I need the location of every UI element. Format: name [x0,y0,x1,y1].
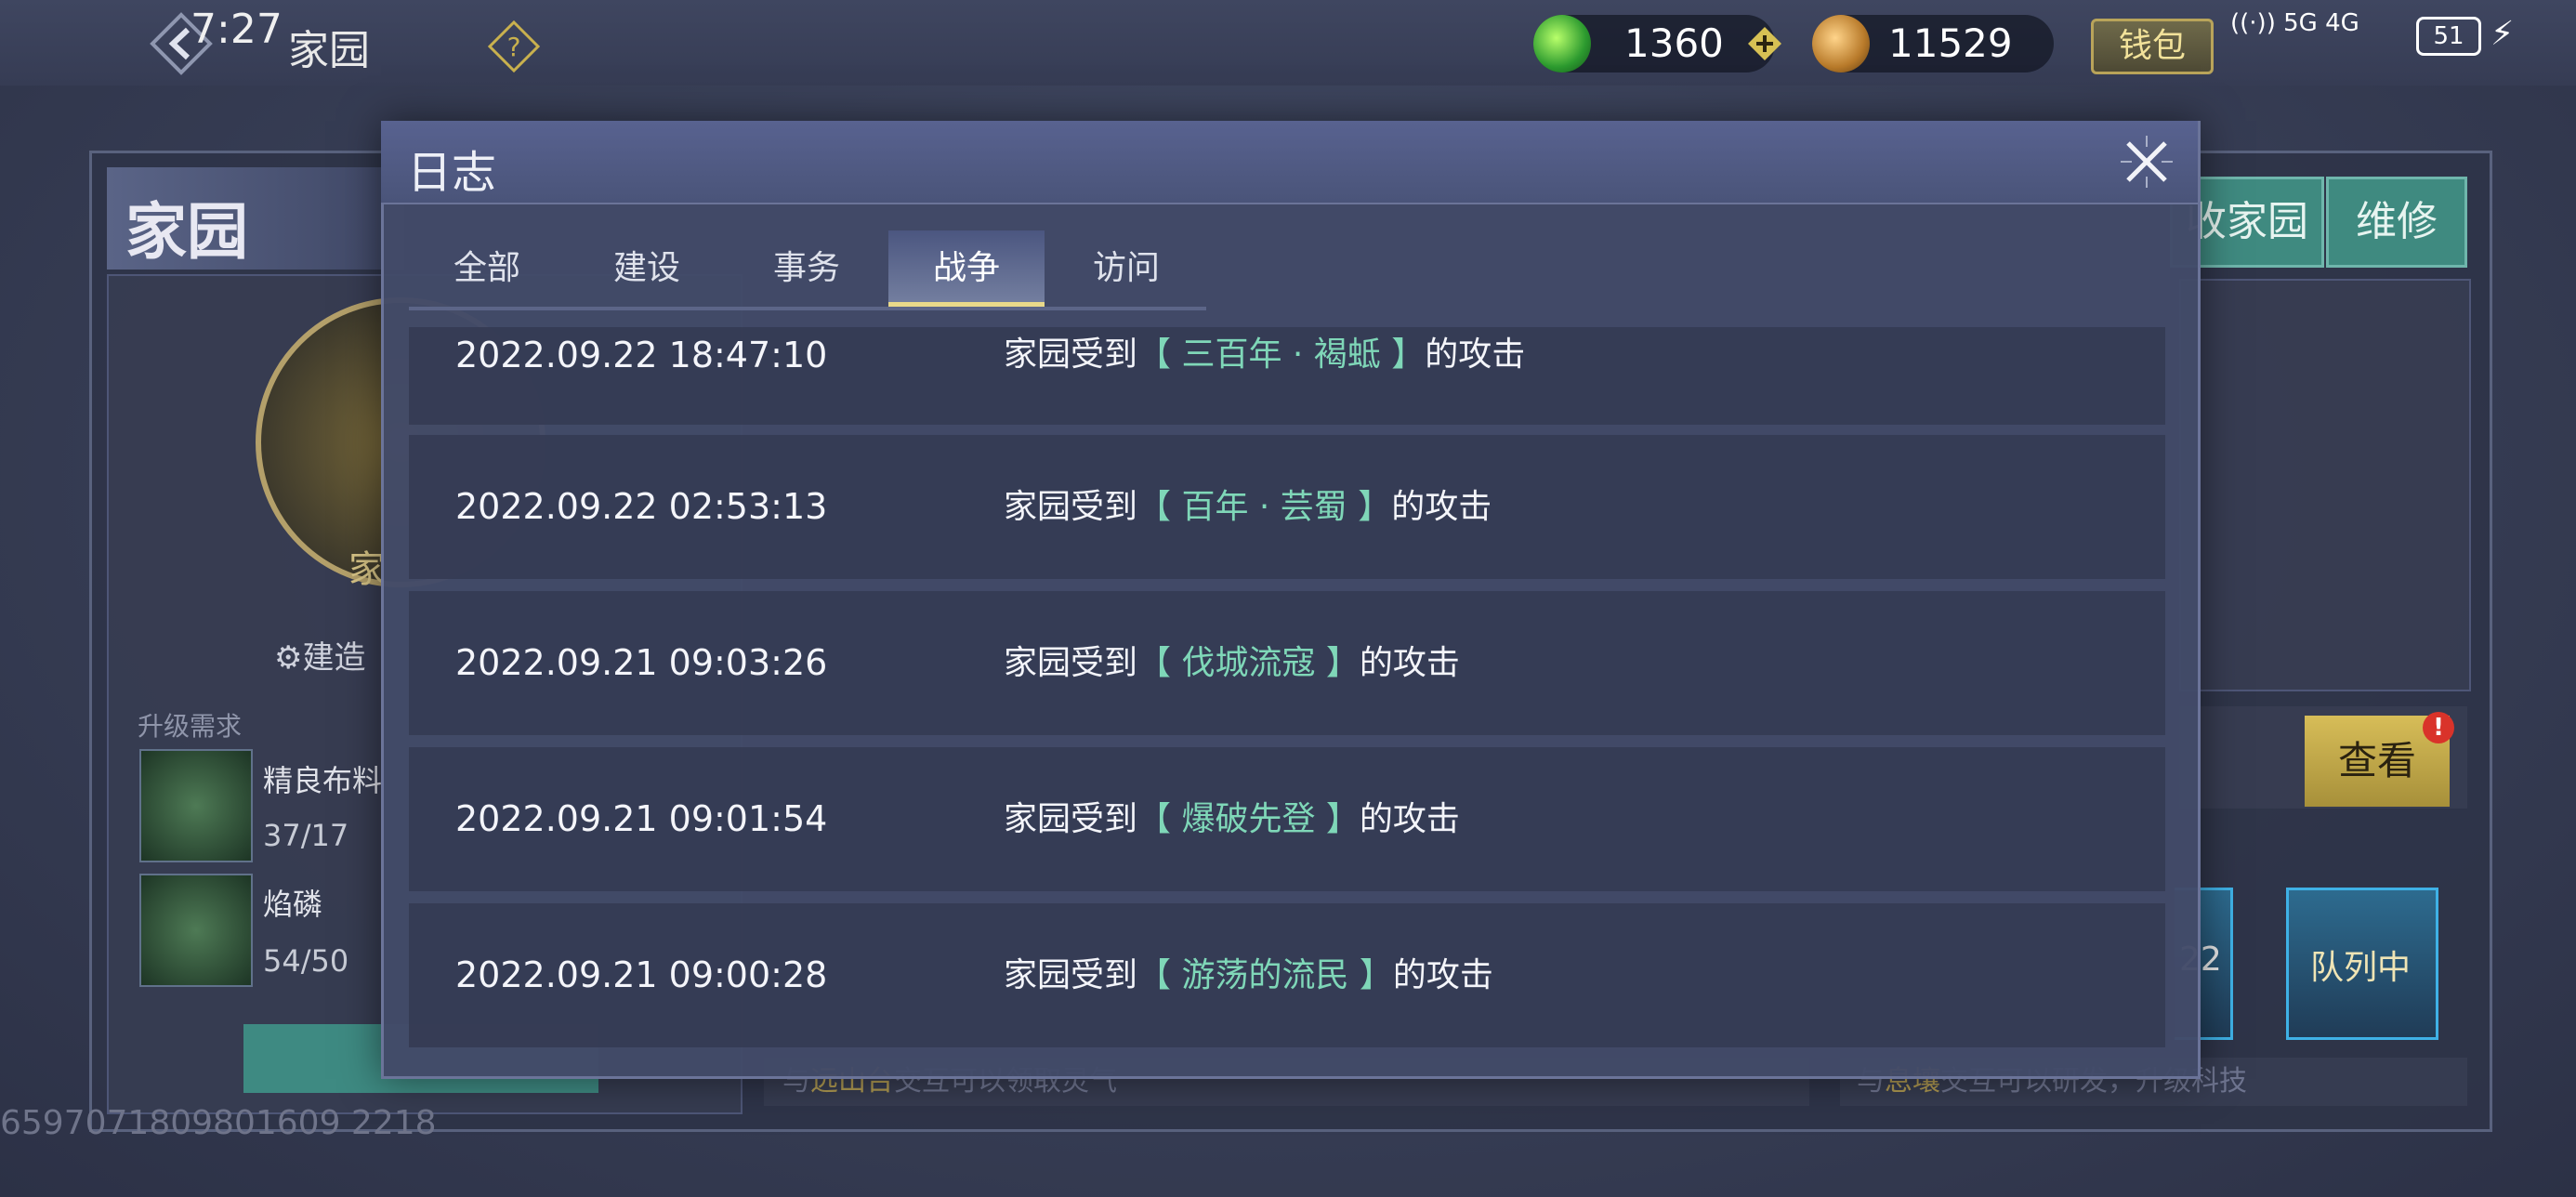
upgrade-requirements-label: 升级需求 [138,711,243,742]
log-date: 2022.09.21 09:01:54 [455,798,828,839]
currency2-value: 11529 [1888,20,2013,66]
item-count: 37/17 [263,818,349,853]
log-message: 家园受到【 百年 · 芸蜀 】的攻击 [1004,488,1492,526]
coin-currency-icon [1812,15,1870,72]
user-id: 6597071809801609 2218 [0,1104,437,1142]
home-title-banner: 家园 [107,167,404,270]
item-count: 54/50 [263,943,349,979]
log-message: 家园受到【 爆破先登 】的攻击 [1004,800,1460,838]
charging-icon: ⚡ [2491,15,2515,53]
side-card [2179,279,2471,691]
log-date: 2022.09.21 09:00:28 [455,954,828,995]
log-row: 2022.09.21 09:00:28 家园受到【 游荡的流民 】的攻击 [409,903,2165,1047]
wallet-button[interactable]: 钱包 [2091,19,2214,74]
dialog-header [381,121,2198,204]
page-title: 家园 [288,27,370,74]
log-date: 2022.09.22 02:53:13 [455,486,828,527]
wifi-icon: ((·)) [2230,9,2276,37]
gear-icon: ⚙ [274,639,303,677]
battery-icon: 51 [2416,17,2481,56]
close-icon[interactable] [2119,134,2175,190]
cloth-item-icon[interactable] [139,749,253,862]
svg-text:?: ? [507,32,521,62]
log-row: 2022.09.21 09:01:54 家园受到【 爆破先登 】的攻击 [409,747,2165,891]
signal-icon: 5G 4G [2283,9,2359,37]
repair-button[interactable]: 维修 [2326,177,2467,268]
help-icon[interactable]: ? [487,20,541,73]
network-status: ((·)) 5G 4G [2230,9,2359,37]
status-time: 7:27 [191,6,283,53]
log-message: 家园受到【 三百年 · 褐蚳 】的攻击 [1004,335,1526,374]
log-row: 2022.09.21 09:03:26 家园受到【 伐城流寇 】的攻击 [409,591,2165,735]
alert-icon: ! [2423,712,2454,743]
queue-label: 队列中 [2310,949,2412,987]
home-title: 家园 [125,196,248,268]
log-tabs: 全部 建设 事务 战争 访问 [409,230,1206,310]
dialog-title: 日志 [407,147,497,199]
tab-visit[interactable]: 访问 [1048,230,1204,307]
add-currency-icon[interactable] [1747,26,1782,61]
emblem-label: 家 [348,548,386,591]
item-name: 焰磷 [263,887,323,922]
tab-affairs[interactable]: 事务 [729,230,885,307]
tab-war[interactable]: 战争 [888,230,1045,307]
log-date: 2022.09.21 09:03:26 [455,642,828,683]
phosphor-item-icon[interactable] [139,874,253,987]
currency1-value: 1360 [1624,20,1724,66]
item-name: 精良布料 [263,763,383,798]
build-label[interactable]: ⚙建造 [274,632,365,677]
log-message: 家园受到【 伐城流寇 】的攻击 [1004,644,1460,682]
log-row: 2022.09.22 18:47:10 家园受到【 三百年 · 褐蚳 】的攻击 [409,327,2165,425]
log-message: 家园受到【 游荡的流民 】的攻击 [1004,956,1493,994]
log-row: 2022.09.22 02:53:13 家园受到【 百年 · 芸蜀 】的攻击 [409,435,2165,579]
jade-currency-icon [1533,15,1591,72]
tab-build[interactable]: 建设 [569,230,725,307]
tab-all[interactable]: 全部 [409,230,565,307]
log-date: 2022.09.22 18:47:10 [455,335,828,375]
